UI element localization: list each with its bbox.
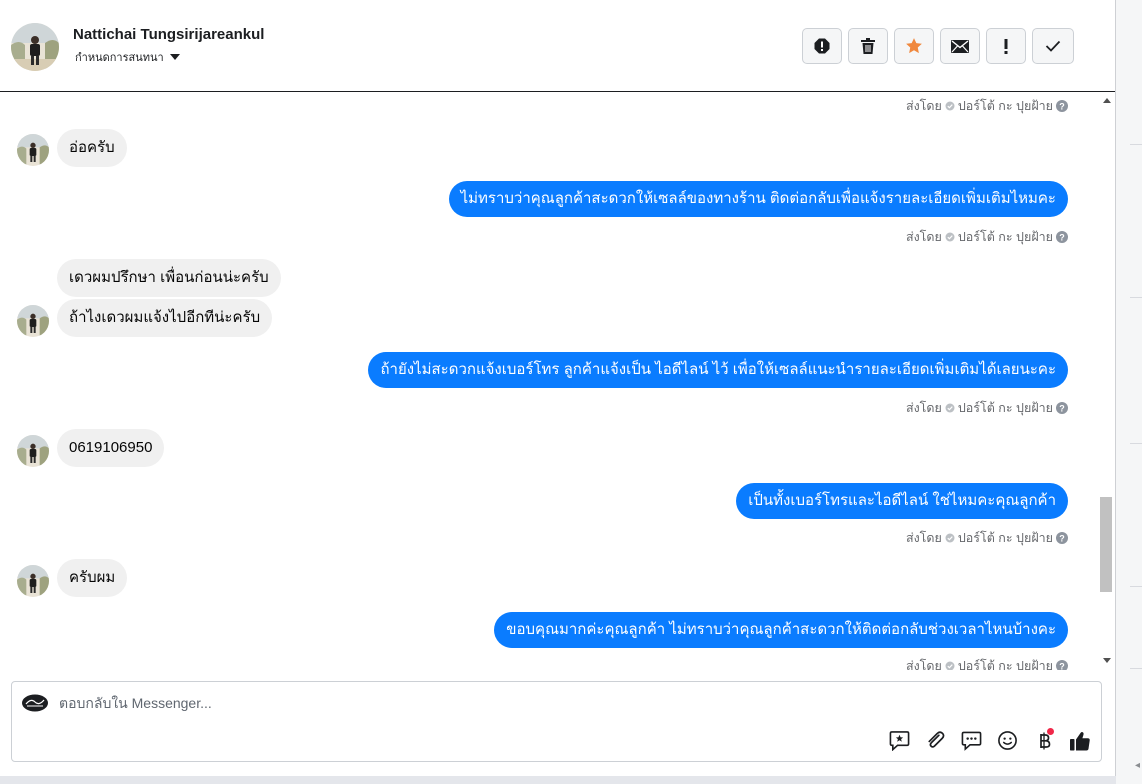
divider xyxy=(1130,668,1142,669)
sent-by-label: ส่งโดย xyxy=(905,230,942,244)
star-button[interactable] xyxy=(894,28,934,64)
sender-name[interactable]: ปอร์โต้ กะ ปุยฝ้าย xyxy=(958,398,1053,418)
contact-name[interactable]: Nattichai Tungsirijareankul xyxy=(73,26,264,43)
page-logo-icon xyxy=(22,694,48,712)
verified-icon xyxy=(945,403,955,413)
verified-icon xyxy=(945,533,955,543)
svg-text:?: ? xyxy=(1059,403,1065,413)
mark-spam-button[interactable] xyxy=(986,28,1026,64)
emoji-icon xyxy=(998,731,1017,750)
trash-icon xyxy=(861,38,875,54)
saved-replies-button[interactable] xyxy=(887,728,912,753)
sender-name[interactable]: ปอร์โต้ กะ ปุยฝ้าย xyxy=(958,528,1053,548)
exclamation-icon xyxy=(1004,38,1008,54)
chat-icon xyxy=(961,731,982,751)
caret-down-icon xyxy=(169,53,180,60)
sent-by-label: ส่งโดย xyxy=(905,99,942,113)
incoming-message[interactable]: 0619106950 xyxy=(57,429,165,467)
svg-text:?: ? xyxy=(1059,101,1065,111)
assign-conversation-dropdown[interactable]: กำหนดการสนทนา xyxy=(75,48,180,66)
envelope-icon xyxy=(951,39,969,53)
help-icon[interactable]: ? xyxy=(1056,100,1068,112)
verified-icon xyxy=(945,101,955,111)
contact-avatar-small[interactable] xyxy=(17,435,49,467)
report-icon xyxy=(814,38,830,54)
reply-composer xyxy=(11,681,1102,762)
sent-by-info: ส่งโดย ปอร์โต้ กะ ปุยฝ้าย ? xyxy=(906,96,1068,116)
outgoing-message[interactable]: ขอบคุณมากค่ะคุณลูกค้า ไม่ทราบว่าคุณลูกค้… xyxy=(494,612,1068,648)
incoming-message[interactable]: อ่อครับ xyxy=(57,129,127,167)
chevron-left-icon[interactable]: ◂ xyxy=(1135,760,1140,771)
help-icon[interactable]: ? xyxy=(1056,660,1068,670)
delete-button[interactable] xyxy=(848,28,888,64)
help-icon[interactable]: ? xyxy=(1056,532,1068,544)
header-actions xyxy=(802,28,1074,64)
avatar-photo xyxy=(11,23,59,71)
sent-by-info: ส่งโดย ปอร์โต้ กะ ปุยฝ้าย ? xyxy=(906,227,1068,247)
divider xyxy=(1130,297,1142,298)
attachment-icon xyxy=(928,731,945,748)
emoji-button[interactable] xyxy=(995,728,1020,753)
contact-avatar-small[interactable] xyxy=(17,134,49,166)
mark-unread-button[interactable] xyxy=(940,28,980,64)
check-icon xyxy=(1045,40,1061,52)
thread-scrollbar[interactable] xyxy=(1099,92,1114,670)
sent-by-label: ส่งโดย xyxy=(905,401,942,415)
verified-icon xyxy=(945,661,955,670)
outgoing-message[interactable]: ถ้ายังไม่สะดวกแจ้งเบอร์โทร ลูกค้าแจ้งเป็… xyxy=(368,352,1068,388)
incoming-message[interactable]: ครับผม xyxy=(57,559,128,597)
quick-replies-button[interactable] xyxy=(959,728,984,753)
sent-by-info: ส่งโดย ปอร์โต้ กะ ปุยฝ้าย ? xyxy=(906,656,1068,670)
attach-file-button[interactable] xyxy=(923,728,948,753)
avatar-photo xyxy=(17,565,49,597)
divider xyxy=(1130,586,1142,587)
message-thread[interactable]: ส่งโดย ปอร์โต้ กะ ปุยฝ้าย ? อ่อครับ ไม่ท… xyxy=(0,92,1098,670)
verified-icon xyxy=(945,232,955,242)
avatar-photo xyxy=(17,134,49,166)
assign-label: กำหนดการสนทนา xyxy=(75,52,164,64)
outgoing-message[interactable]: ไม่ทราบว่าคุณลูกค้าสะดวกให้เซลล์ของทางร้… xyxy=(448,181,1068,217)
svg-text:?: ? xyxy=(1059,661,1065,670)
svg-text:?: ? xyxy=(1059,232,1065,242)
payment-button[interactable] xyxy=(1031,728,1056,753)
saved-reply-icon xyxy=(889,731,910,751)
scroll-up-arrow-icon[interactable] xyxy=(1103,98,1111,103)
scroll-down-arrow-icon[interactable] xyxy=(1103,658,1111,663)
sent-by-info: ส่งโดย ปอร์โต้ กะ ปุยฝ้าย ? xyxy=(906,398,1068,418)
incoming-message[interactable]: เดวผมปรึกษา เพื่อนก่อนน่ะครับ xyxy=(57,259,281,297)
reply-input[interactable] xyxy=(59,692,859,714)
conversation-header: Nattichai Tungsirijareankul กำหนดการสนทน… xyxy=(0,0,1115,92)
divider xyxy=(1130,144,1142,145)
sender-name[interactable]: ปอร์โต้ กะ ปุยฝ้าย xyxy=(958,227,1053,247)
divider xyxy=(1130,443,1142,444)
sent-by-label: ส่งโดย xyxy=(905,659,942,670)
mark-done-button[interactable] xyxy=(1032,28,1074,64)
send-like-button[interactable] xyxy=(1067,728,1092,753)
scroll-thumb[interactable] xyxy=(1100,497,1112,592)
avatar-photo xyxy=(17,435,49,467)
sender-name[interactable]: ปอร์โต้ กะ ปุยฝ้าย xyxy=(958,96,1053,116)
notification-dot xyxy=(1047,728,1054,735)
contact-avatar[interactable] xyxy=(11,23,59,71)
conversation-panel: Nattichai Tungsirijareankul กำหนดการสนทน… xyxy=(0,0,1116,776)
thumbs-up-icon xyxy=(1069,731,1090,750)
report-button[interactable] xyxy=(802,28,842,64)
svg-text:?: ? xyxy=(1059,533,1065,543)
sender-name[interactable]: ปอร์โต้ กะ ปุยฝ้าย xyxy=(958,656,1053,670)
sent-by-info: ส่งโดย ปอร์โต้ กะ ปุยฝ้าย ? xyxy=(906,528,1068,548)
help-icon[interactable]: ? xyxy=(1056,402,1068,414)
avatar-photo xyxy=(17,305,49,337)
composer-toolbar xyxy=(887,728,1092,753)
contact-avatar-small[interactable] xyxy=(17,305,49,337)
sent-by-label: ส่งโดย xyxy=(905,531,942,545)
contact-avatar-small[interactable] xyxy=(17,565,49,597)
outgoing-message[interactable]: เป็นทั้งเบอร์โทรและไอดีไลน์ ใช่ไหมคะคุณล… xyxy=(736,483,1068,519)
help-icon[interactable]: ? xyxy=(1056,231,1068,243)
side-panel-edge xyxy=(1116,0,1142,784)
star-icon xyxy=(906,38,922,54)
incoming-message[interactable]: ถ้าไงเดวผมแจ้งไปอีกทีน่ะครับ xyxy=(57,299,273,337)
